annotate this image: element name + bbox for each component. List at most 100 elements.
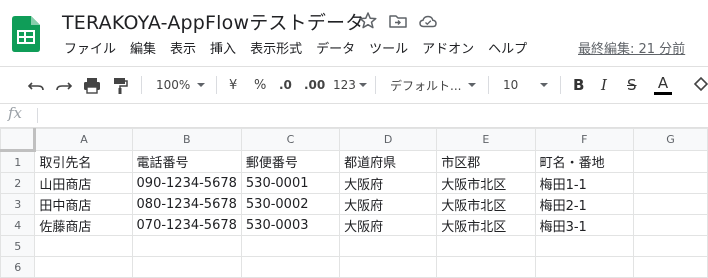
cell[interactable]: 大阪市北区 (436, 214, 536, 236)
cell[interactable] (632, 256, 708, 278)
cell[interactable]: 080-1234-5678 (131, 193, 242, 215)
decrease-decimal-button[interactable]: .0 (279, 67, 292, 103)
cell[interactable]: 大阪府 (339, 172, 438, 194)
row-header[interactable]: 1 (0, 150, 36, 173)
undo-icon[interactable] (26, 67, 46, 103)
increase-decimal-button[interactable]: .00 (304, 67, 325, 103)
cell[interactable] (534, 235, 634, 257)
cell[interactable]: 電話番号 (131, 150, 242, 173)
chevron-down-icon (358, 83, 367, 87)
toolbar: 100% ¥ % .0 .00 123 デフォルト... 10 B I S A (0, 67, 708, 103)
column-header-d[interactable]: D (339, 128, 438, 151)
decrease-decimal-label: .0 (279, 78, 292, 92)
cell[interactable]: 530-0001 (240, 172, 341, 194)
menu-help[interactable]: ヘルプ (488, 38, 527, 58)
more-formats-label: 123 (333, 78, 356, 92)
menu-data[interactable]: データ (316, 38, 355, 58)
cell[interactable] (131, 256, 242, 278)
cell[interactable]: 530-0003 (240, 214, 341, 236)
column-header-c[interactable]: C (240, 128, 341, 151)
text-color-button[interactable]: A (654, 67, 672, 103)
cell[interactable]: 郵便番号 (240, 150, 341, 173)
cell[interactable]: 大阪市北区 (436, 172, 536, 194)
table-row: 2 山田商店 090-1234-5678 530-0001 大阪府 大阪市北区 … (0, 172, 708, 194)
cell[interactable]: 梅田1-1 (534, 172, 634, 194)
column-header-f[interactable]: F (534, 128, 634, 151)
column-header-a[interactable]: A (34, 128, 133, 151)
table-row: 3 田中商店 080-1234-5678 530-0002 大阪府 大阪市北区 … (0, 193, 708, 215)
strikethrough-button[interactable]: S (627, 67, 637, 103)
cell[interactable] (436, 235, 536, 257)
cell[interactable]: 大阪府 (339, 193, 438, 215)
last-edit-link[interactable]: 最終編集: 21 分前 (578, 38, 685, 57)
formula-input[interactable] (44, 104, 704, 126)
row-header[interactable]: 6 (0, 256, 36, 278)
cell[interactable] (632, 214, 708, 236)
row-header[interactable]: 4 (0, 214, 36, 236)
cell[interactable]: 都道府県 (339, 150, 438, 173)
cell[interactable]: 取引先名 (34, 150, 133, 173)
cell[interactable] (131, 235, 242, 257)
row-header[interactable]: 3 (0, 193, 36, 215)
toolbar-separator (141, 76, 142, 94)
redo-icon[interactable] (54, 67, 74, 103)
zoom-select[interactable]: 100% (156, 67, 206, 103)
column-header-e[interactable]: E (436, 128, 536, 151)
column-header-b[interactable]: B (131, 128, 242, 151)
cell[interactable] (240, 256, 341, 278)
text-color-bar (654, 92, 672, 95)
increase-decimal-label: .00 (304, 78, 326, 92)
paint-format-icon[interactable] (110, 67, 130, 103)
more-formats-select[interactable]: 123 (333, 67, 367, 103)
row-header[interactable]: 2 (0, 172, 36, 194)
cell[interactable]: 大阪市北区 (436, 193, 536, 215)
cell[interactable]: 佐藤商店 (34, 214, 133, 236)
cell[interactable] (436, 256, 536, 278)
font-size-select[interactable]: 10 (503, 67, 549, 103)
document-title[interactable]: TERAKOYA-AppFlowテストデータ (62, 8, 364, 35)
move-folder-icon[interactable] (388, 11, 408, 31)
cell[interactable] (534, 256, 634, 278)
print-icon[interactable] (82, 67, 102, 103)
cell[interactable] (339, 256, 438, 278)
sheets-logo-icon[interactable] (12, 16, 40, 52)
cell[interactable] (34, 235, 133, 257)
cell[interactable] (632, 172, 708, 194)
fill-color-icon[interactable] (692, 67, 708, 103)
cell[interactable]: 市区郡 (436, 150, 536, 173)
cell[interactable]: 梅田2-1 (534, 193, 634, 215)
star-icon[interactable] (358, 11, 378, 31)
menu-file[interactable]: ファイル (64, 38, 116, 58)
cell[interactable]: 070-1234-5678 (131, 214, 242, 236)
cell[interactable]: 町名・番地 (534, 150, 634, 173)
zoom-value: 100% (156, 78, 191, 92)
row-header[interactable]: 5 (0, 235, 36, 257)
cell[interactable]: 090-1234-5678 (131, 172, 242, 194)
menu-format[interactable]: 表示形式 (250, 38, 302, 58)
menu-view[interactable]: 表示 (170, 38, 196, 58)
cell[interactable]: 山田商店 (34, 172, 133, 194)
cell[interactable]: 530-0002 (240, 193, 341, 215)
select-all-corner[interactable] (0, 128, 37, 152)
italic-button[interactable]: I (601, 67, 607, 103)
cell[interactable] (240, 235, 341, 257)
percent-format-button[interactable]: % (254, 67, 266, 103)
cell[interactable]: 田中商店 (34, 193, 133, 215)
font-family-select[interactable]: デフォルト... (390, 67, 480, 103)
cell[interactable]: 大阪府 (339, 214, 438, 236)
menu-addons[interactable]: アドオン (422, 38, 474, 58)
cell[interactable] (632, 150, 708, 173)
menu-tools[interactable]: ツール (369, 38, 408, 58)
cell[interactable]: 梅田3-1 (534, 214, 634, 236)
cell[interactable] (632, 235, 708, 257)
cell[interactable] (34, 256, 133, 278)
currency-format-button[interactable]: ¥ (229, 67, 237, 103)
menu-insert[interactable]: 挿入 (210, 38, 236, 58)
menu-edit[interactable]: 編集 (130, 38, 156, 58)
cell[interactable] (339, 235, 438, 257)
cloud-saved-icon[interactable] (418, 11, 438, 31)
menu-bar: ファイル 編集 表示 挿入 表示形式 データ ツール アドオン ヘルプ (64, 38, 541, 58)
cell[interactable] (632, 193, 708, 215)
column-header-g[interactable]: G (632, 128, 708, 151)
bold-button[interactable]: B (573, 67, 584, 103)
